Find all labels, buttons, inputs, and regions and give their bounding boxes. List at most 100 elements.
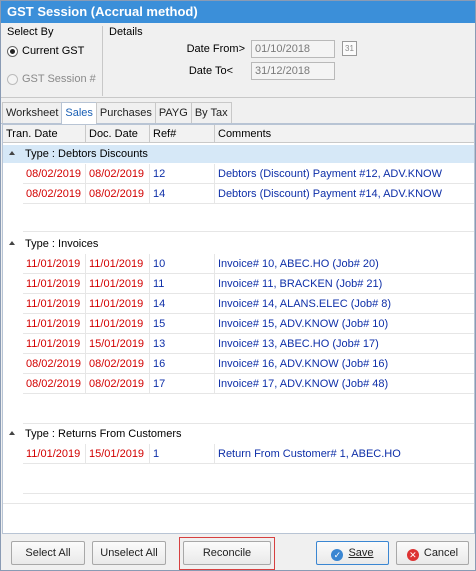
button-bar: Select All Unselect All Reconcile ✓ Save … (1, 536, 475, 570)
group-header-debtors-discounts[interactable]: Type : Debtors Discounts (3, 145, 474, 163)
cancel-button[interactable]: ✕ Cancel (396, 541, 469, 565)
cell-ref: 17 (150, 374, 215, 394)
cell-comment: Invoice# 15, ADV.KNOW (Job# 10) (218, 318, 389, 330)
group-title: Type : Returns From Customers (25, 428, 182, 440)
cell-ref: 15 (150, 314, 215, 334)
table-row[interactable]: 11/01/2019 11/01/2019 14 Invoice# 14, AL… (23, 294, 474, 314)
col-doc-date[interactable]: Doc. Date (86, 125, 150, 143)
calendar-icon[interactable]: 31 (342, 41, 357, 56)
cell-tran-date: 11/01/2019 (23, 274, 86, 294)
group-header-returns[interactable]: Type : Returns From Customers (3, 425, 474, 443)
table-row[interactable]: 11/01/2019 15/01/2019 13 Invoice# 13, AB… (23, 334, 474, 354)
table-row[interactable]: 08/02/2019 08/02/2019 14 Debtors (Discou… (23, 184, 474, 204)
cell-ref: 14 (150, 184, 215, 204)
group-footer (23, 394, 474, 424)
group-title: Type : Invoices (25, 238, 99, 250)
cell-doc-date: 11/01/2019 (86, 274, 150, 294)
unselect-all-button[interactable]: Unselect All (92, 541, 166, 565)
tab-by-tax[interactable]: By Tax (190, 102, 232, 123)
select-by-group: Select By Current GST GST Session # (5, 26, 103, 96)
group-header-invoices[interactable]: Type : Invoices (3, 235, 474, 253)
group-title: Type : Debtors Discounts (25, 148, 148, 160)
table-row[interactable]: 11/01/2019 11/01/2019 11 Invoice# 11, BR… (23, 274, 474, 294)
radio-gst-session[interactable]: GST Session # (7, 73, 96, 85)
reconcile-button[interactable]: Reconcile (183, 541, 271, 565)
cell-ref: 14 (150, 294, 215, 314)
radio-unchecked-icon (7, 73, 18, 85)
cell-doc-date: 15/01/2019 (86, 444, 150, 464)
cell-ref: 10 (150, 254, 215, 274)
select-all-button[interactable]: Select All (11, 541, 85, 565)
cell-tran-date: 11/01/2019 (23, 314, 86, 334)
cell-doc-date: 08/02/2019 (86, 184, 150, 204)
col-tran-date[interactable]: Tran. Date (3, 125, 86, 143)
collapse-icon[interactable] (9, 431, 15, 435)
table-row[interactable]: 11/01/2019 11/01/2019 10 Invoice# 10, AB… (23, 254, 474, 274)
collapse-icon[interactable] (9, 241, 15, 245)
save-label: Save (348, 547, 374, 559)
radio-current-gst-label: Current GST (22, 45, 85, 57)
tab-sales[interactable]: Sales (61, 102, 97, 124)
save-button[interactable]: ✓ Save (316, 541, 389, 565)
table-row[interactable]: 11/01/2019 15/01/2019 1 Return From Cust… (23, 444, 474, 464)
cell-comment: Invoice# 16, ADV.KNOW (Job# 16) (218, 358, 389, 370)
cell-doc-date: 08/02/2019 (86, 354, 150, 374)
table-row[interactable]: 08/02/2019 08/02/2019 16 Invoice# 16, AD… (23, 354, 474, 374)
cell-comment: Invoice# 14, ALANS.ELEC (Job# 8) (218, 298, 392, 310)
radio-current-gst[interactable]: Current GST (7, 45, 84, 57)
tab-payg[interactable]: PAYG (154, 102, 192, 123)
window-title: GST Session (Accrual method) (1, 1, 475, 23)
cell-ref: 12 (150, 164, 215, 184)
cell-tran-date: 08/02/2019 (23, 184, 86, 204)
radio-gst-session-label: GST Session # (22, 73, 96, 85)
date-from-field[interactable]: 01/10/2018 (251, 40, 335, 58)
check-icon: ✓ (331, 549, 344, 561)
details-title: Details (109, 26, 143, 38)
grid-footer (3, 494, 474, 504)
close-icon: ✕ (406, 549, 419, 561)
tab-worksheet[interactable]: Worksheet (2, 102, 63, 123)
cell-comment: Invoice# 10, ABEC.HO (Job# 20) (218, 258, 379, 270)
cell-comment: Invoice# 17, ADV.KNOW (Job# 48) (218, 378, 389, 390)
details-group: Details Date From> 01/10/2018 31 Date To… (107, 26, 473, 96)
col-ref[interactable]: Ref# (150, 125, 215, 143)
cell-comment: Invoice# 11, BRACKEN (Job# 21) (218, 278, 383, 290)
tab-strip: Worksheet Sales Purchases PAYG By Tax (1, 102, 475, 124)
cancel-label: Cancel (423, 547, 459, 559)
col-comments[interactable]: Comments (215, 125, 474, 143)
date-to-field[interactable]: 31/12/2018 (251, 62, 335, 80)
cell-comment: Debtors (Discount) Payment #14, ADV.KNOW (218, 188, 442, 200)
cell-ref: 13 (150, 334, 215, 354)
select-by-title: Select By (7, 26, 54, 38)
cell-ref: 1 (150, 444, 215, 464)
cell-doc-date: 11/01/2019 (86, 294, 150, 314)
cell-doc-date: 15/01/2019 (86, 334, 150, 354)
collapse-icon[interactable] (9, 151, 15, 155)
cell-tran-date: 11/01/2019 (23, 294, 86, 314)
cell-doc-date: 08/02/2019 (86, 374, 150, 394)
cell-tran-date: 11/01/2019 (23, 254, 86, 274)
group-footer (23, 464, 474, 494)
cell-comment: Return From Customer# 1, ABEC.HO (218, 448, 401, 460)
filter-panel: Select By Current GST GST Session # Deta… (1, 23, 475, 98)
table-row[interactable]: 11/01/2019 11/01/2019 15 Invoice# 15, AD… (23, 314, 474, 334)
table-row[interactable]: 08/02/2019 08/02/2019 12 Debtors (Discou… (23, 164, 474, 184)
cell-tran-date: 08/02/2019 (23, 374, 86, 394)
cell-comment: Debtors (Discount) Payment #12, ADV.KNOW (218, 168, 442, 180)
radio-checked-icon (7, 45, 18, 57)
cell-doc-date: 11/01/2019 (86, 254, 150, 274)
date-from-label: Date From> (186, 43, 245, 55)
grid-header: Tran. Date Doc. Date Ref# Comments (3, 125, 474, 143)
cell-tran-date: 11/01/2019 (23, 334, 86, 354)
cell-doc-date: 11/01/2019 (86, 314, 150, 334)
cell-ref: 11 (150, 274, 215, 294)
group-footer (23, 204, 474, 232)
date-to-label: Date To< (188, 65, 233, 77)
tab-purchases[interactable]: Purchases (95, 102, 156, 123)
gst-session-window: GST Session (Accrual method) Select By C… (0, 0, 476, 571)
transactions-grid[interactable]: Tran. Date Doc. Date Ref# Comments Type … (2, 124, 475, 534)
table-row[interactable]: 08/02/2019 08/02/2019 17 Invoice# 17, AD… (23, 374, 474, 394)
cell-tran-date: 08/02/2019 (23, 354, 86, 374)
cell-tran-date: 08/02/2019 (23, 164, 86, 184)
cell-tran-date: 11/01/2019 (23, 444, 86, 464)
